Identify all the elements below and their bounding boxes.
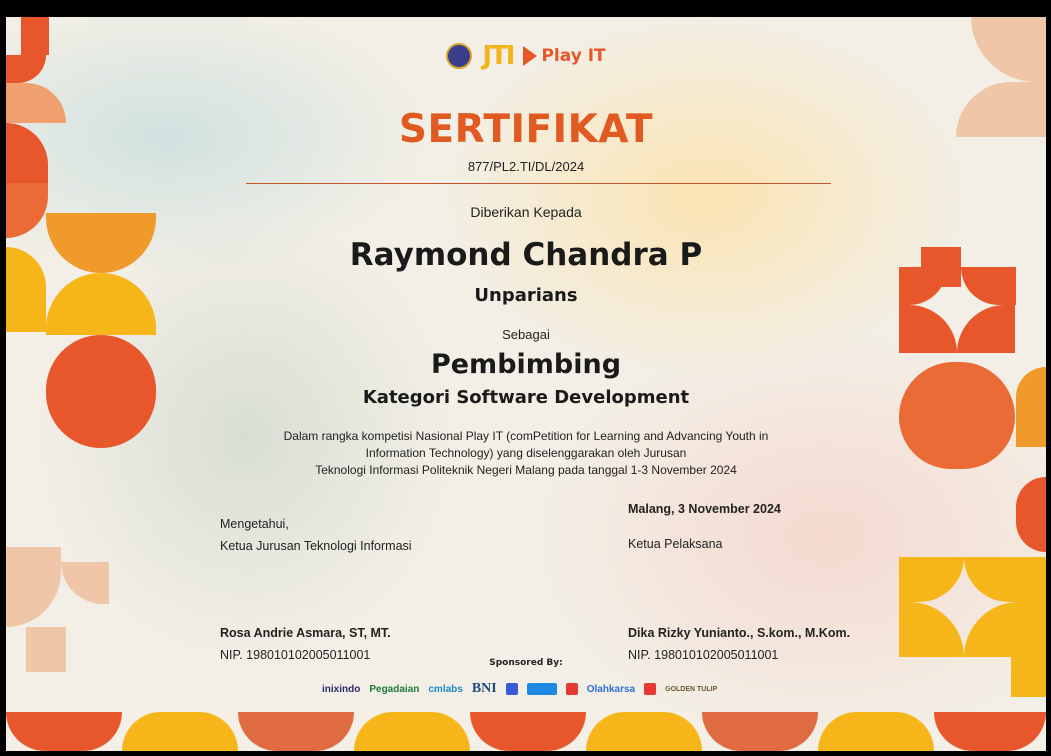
- sponsor-golden-tulip: GOLDEN TULIP: [665, 685, 718, 693]
- play-it-logo: Play IT: [523, 46, 606, 66]
- play-it-text: Play IT: [541, 46, 606, 66]
- right-signer-position: Ketua Pelaksana: [628, 537, 723, 551]
- description-line: Information Technology) yang diselenggar…: [365, 446, 687, 460]
- certificate-title: SERTIFIKAT: [398, 107, 654, 152]
- sponsor-badge-icon: [526, 683, 557, 695]
- team-name: Unparians: [474, 285, 578, 306]
- description: Dalam rangka kompetisi Nasional Play IT …: [6, 428, 1046, 479]
- right-signer-name: Dika Rizky Yunianto., S.kom., M.Kom.: [628, 626, 851, 640]
- sponsor-badge-icon: [565, 683, 578, 695]
- role: Pembimbing: [430, 349, 622, 380]
- black-frame: JTI Play IT SERTIFIKAT 877/PL2.TI/DL/202…: [0, 0, 1051, 756]
- sponsor-inixindo: inixindo: [322, 683, 361, 695]
- sponsor-bni: BNI: [471, 681, 497, 696]
- category: Kategori Software Development: [362, 387, 690, 408]
- play-icon: [523, 46, 538, 66]
- acknowledged-label: Mengetahui,: [220, 517, 289, 531]
- certificate-number: 877/PL2.TI/DL/2024: [467, 159, 585, 174]
- sponsor-badge-icon: [505, 683, 518, 695]
- left-signer-name: Rosa Andrie Asmara, ST, MT.: [220, 626, 391, 640]
- place-date: Malang, 3 November 2024: [628, 502, 781, 516]
- sponsor-badge-icon: [644, 683, 657, 695]
- as-label: Sebagai: [502, 327, 550, 342]
- certificate: JTI Play IT SERTIFIKAT 877/PL2.TI/DL/202…: [6, 17, 1046, 751]
- jti-logo: JTI: [482, 41, 515, 71]
- university-emblem-icon: [446, 43, 473, 69]
- sponsor-label: Sponsored By:: [489, 658, 563, 668]
- sponsor-logos: inixindo Pegadaian cmlabs BNI Olahkarsa …: [322, 681, 762, 697]
- sponsor-pegadaian: Pegadaian: [369, 683, 420, 695]
- left-signer-position: Ketua Jurusan Teknologi Informasi: [220, 539, 412, 553]
- header-logos: JTI Play IT: [6, 41, 1046, 71]
- sponsor-olahkarsa: Olahkarsa: [586, 683, 636, 695]
- recipient-name: Raymond Chandra P: [349, 237, 703, 273]
- divider: [246, 183, 831, 184]
- description-line: Dalam rangka kompetisi Nasional Play IT …: [283, 429, 769, 443]
- sponsor-cmlabs: cmlabs: [428, 683, 463, 695]
- given-to-label: Diberikan Kepada: [470, 204, 582, 220]
- description-line: Teknologi Informasi Politeknik Negeri Ma…: [315, 463, 737, 477]
